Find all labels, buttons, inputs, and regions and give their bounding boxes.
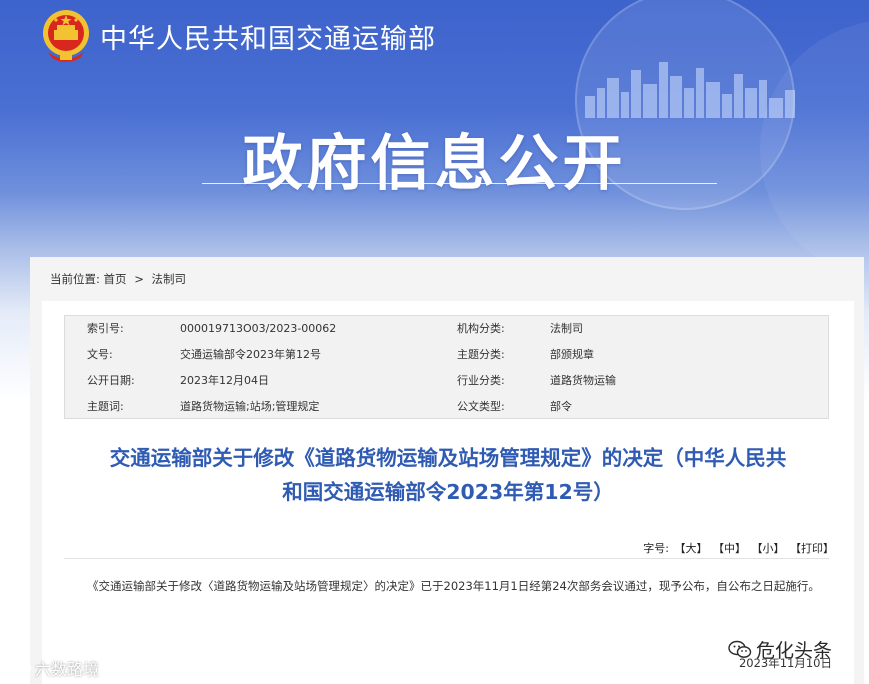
metadata-value: 2023年12月04日 xyxy=(180,374,269,387)
breadcrumb-separator: > xyxy=(134,272,144,286)
document-title-line: 和国交通运输部令2023年第12号） xyxy=(282,480,614,504)
metadata-key: 机构分类: xyxy=(457,322,505,335)
wechat-icon xyxy=(728,640,752,658)
metadata-row: 索引号: 000019713O03/2023-00062 机构分类: 法制司 xyxy=(65,316,828,342)
font-size-label: 字号: xyxy=(643,542,669,555)
metadata-value: 交通运输部令2023年第12号 xyxy=(180,348,321,361)
metadata-key: 主题词: xyxy=(87,400,124,413)
metadata-row: 文号: 交通运输部令2023年第12号 主题分类: 部颁规章 xyxy=(65,342,828,368)
font-large-button[interactable]: 【大】 xyxy=(675,542,708,555)
article-content: 索引号: 000019713O03/2023-00062 机构分类: 法制司 文… xyxy=(42,301,854,684)
national-emblem-icon xyxy=(43,10,89,62)
content-divider xyxy=(64,558,829,559)
watermark-text: 危化头条 xyxy=(756,640,833,662)
metadata-value: 道路货物运输;站场;管理规定 xyxy=(180,400,320,413)
document-body-paragraph: 《交通运输部关于修改〈道路货物运输及站场管理规定〉的决定》已于2023年11月1… xyxy=(87,579,820,593)
metadata-key: 公文类型: xyxy=(457,400,505,413)
watermark-right: 危化头条 xyxy=(728,636,832,663)
metadata-key: 文号: xyxy=(87,348,113,361)
title-divider xyxy=(202,183,717,184)
metadata-row: 公开日期: 2023年12月04日 行业分类: 道路货物运输 xyxy=(65,368,828,394)
document-title: 交通运输部关于修改《道路货物运输及站场管理规定》的决定（中华人民共 和国交通运输… xyxy=(52,441,844,509)
watermark-logo-icon xyxy=(7,661,32,676)
metadata-row: 主题词: 道路货物运输;站场;管理规定 公文类型: 部令 xyxy=(65,394,828,420)
breadcrumb: 当前位置: 首页 > 法制司 xyxy=(50,271,186,287)
main-panel: 当前位置: 首页 > 法制司 索引号: 000019713O03/2023-00… xyxy=(30,257,864,684)
font-size-toolbar: 字号: 【大】 【中】 【小】 【打印】 xyxy=(643,540,834,556)
metadata-value: 部令 xyxy=(550,400,572,413)
breadcrumb-home-link[interactable]: 首页 xyxy=(104,272,127,286)
page-title: 政府信息公开 xyxy=(242,129,627,199)
document-metadata-table: 索引号: 000019713O03/2023-00062 机构分类: 法制司 文… xyxy=(64,315,829,419)
city-skyline-graphic xyxy=(585,62,795,118)
metadata-key: 主题分类: xyxy=(457,348,505,361)
metadata-value: 法制司 xyxy=(550,322,583,335)
metadata-key: 行业分类: xyxy=(457,374,505,387)
metadata-value: 道路货物运输 xyxy=(550,374,616,387)
font-small-button[interactable]: 【小】 xyxy=(752,542,785,555)
breadcrumb-current-link[interactable]: 法制司 xyxy=(151,272,186,286)
metadata-key: 索引号: xyxy=(87,322,124,335)
watermark-text: 六数路境 xyxy=(35,660,100,679)
document-title-line: 交通运输部关于修改《道路货物运输及站场管理规定》的决定（中华人民共 xyxy=(109,446,787,470)
print-button[interactable]: 【打印】 xyxy=(790,542,834,555)
breadcrumb-prefix: 当前位置: xyxy=(50,272,100,286)
metadata-key: 公开日期: xyxy=(87,374,135,387)
font-medium-button[interactable]: 【中】 xyxy=(713,542,746,555)
watermark-left: 六数路境 xyxy=(6,656,99,680)
ministry-name[interactable]: 中华人民共和国交通运输部 xyxy=(100,17,436,56)
metadata-value: 000019713O03/2023-00062 xyxy=(180,322,337,335)
metadata-value: 部颁规章 xyxy=(550,348,594,361)
